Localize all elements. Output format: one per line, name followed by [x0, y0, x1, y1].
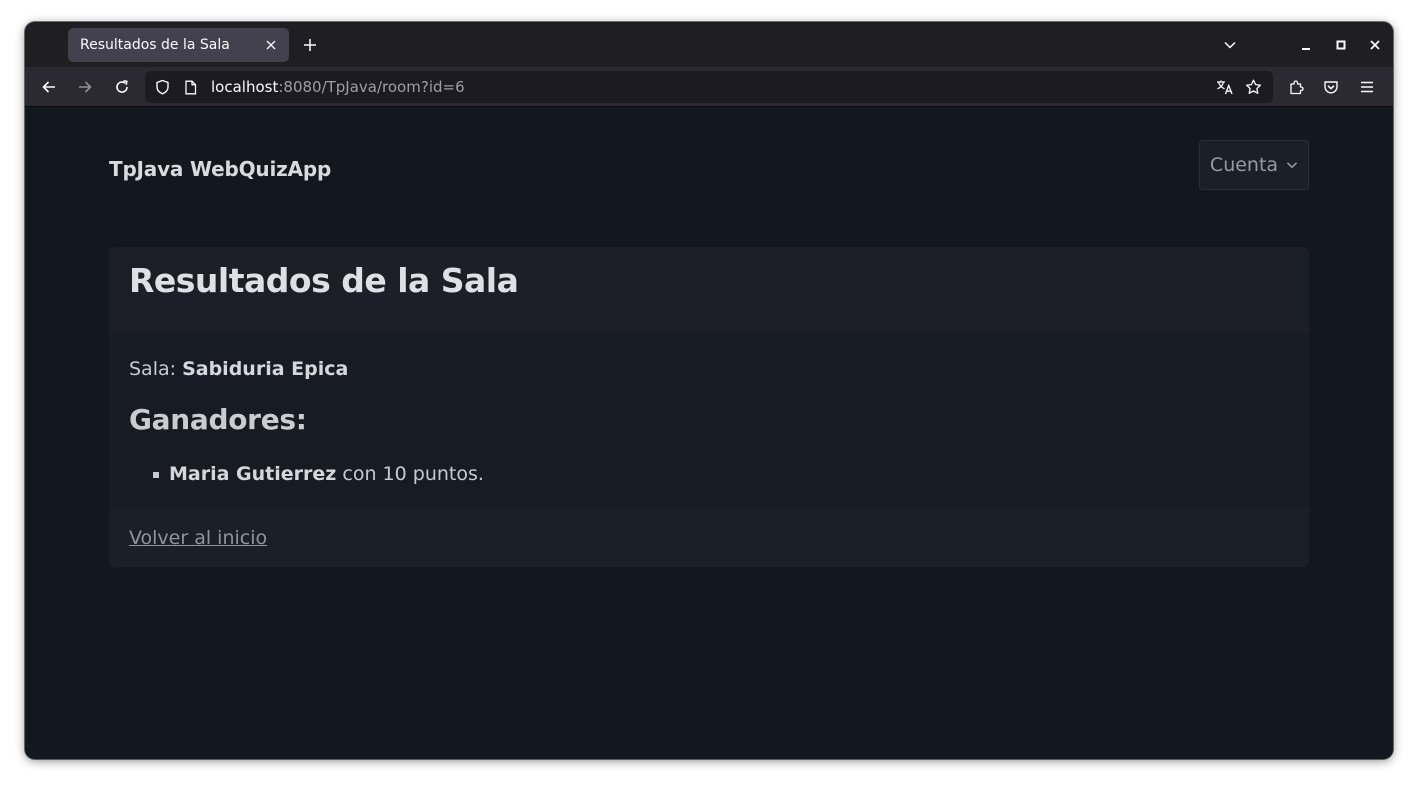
- bookmark-star-icon[interactable]: [1239, 79, 1267, 95]
- card-body: Sala: Sabiduria Epica Ganadores: Maria G…: [109, 333, 1309, 509]
- room-info: Sala: Sabiduria Epica: [129, 358, 348, 380]
- winner-name: Maria Gutierrez: [169, 463, 337, 485]
- winners-list: Maria Gutierrez con 10 puntos.: [153, 463, 484, 485]
- nav-toolbar: localhost:8080/TpJava/room?id=6: [25, 67, 1393, 107]
- reload-icon[interactable]: [108, 73, 136, 101]
- account-dropdown-button[interactable]: Cuenta: [1199, 140, 1309, 190]
- pocket-icon[interactable]: [1317, 73, 1345, 101]
- tab-strip: Resultados de la Sala: [25, 22, 1393, 67]
- forward-arrow-icon[interactable]: [71, 73, 99, 101]
- results-card: Resultados de la Sala Sala: Sabiduria Ep…: [109, 247, 1309, 567]
- bullet-square-icon: [153, 472, 159, 478]
- tab-title: Resultados de la Sala: [80, 37, 230, 53]
- list-tabs-chevron-icon[interactable]: [1217, 32, 1243, 58]
- list-item: Maria Gutierrez con 10 puntos.: [153, 463, 484, 485]
- address-bar[interactable]: localhost:8080/TpJava/room?id=6: [145, 71, 1273, 103]
- page-title: Resultados de la Sala: [129, 261, 519, 300]
- translate-icon[interactable]: [1211, 79, 1239, 95]
- card-header: Resultados de la Sala: [109, 247, 1309, 333]
- winner-score: con 10 puntos.: [336, 463, 484, 485]
- close-tab-icon[interactable]: [259, 33, 283, 57]
- room-label: Sala:: [129, 358, 183, 380]
- new-tab-plus-icon[interactable]: [298, 33, 322, 57]
- navbar-brand[interactable]: TpJava WebQuizApp: [109, 157, 331, 181]
- chevron-down-icon: [1286, 159, 1298, 171]
- room-name: Sabiduria Epica: [182, 358, 349, 380]
- close-window-icon[interactable]: [1362, 32, 1388, 58]
- maximize-icon[interactable]: [1328, 32, 1354, 58]
- back-arrow-icon[interactable]: [35, 73, 63, 101]
- web-page: TpJava WebQuizApp Cuenta Resultados de l…: [25, 108, 1393, 759]
- back-home-link[interactable]: Volver al inicio: [129, 527, 267, 549]
- url-text: localhost:8080/TpJava/room?id=6: [211, 78, 465, 96]
- account-label: Cuenta: [1209, 154, 1279, 176]
- menu-hamburger-icon[interactable]: [1353, 73, 1381, 101]
- extensions-puzzle-icon[interactable]: [1282, 73, 1310, 101]
- card-footer: Volver al inicio: [109, 509, 1309, 567]
- browser-tab[interactable]: Resultados de la Sala: [68, 28, 289, 62]
- minimize-icon[interactable]: [1293, 32, 1319, 58]
- page-icon[interactable]: [177, 80, 203, 95]
- browser-window: Resultados de la Sala localhost:8080/TpJ…: [25, 22, 1393, 759]
- winners-heading: Ganadores:: [129, 403, 307, 436]
- shield-icon[interactable]: [147, 79, 177, 95]
